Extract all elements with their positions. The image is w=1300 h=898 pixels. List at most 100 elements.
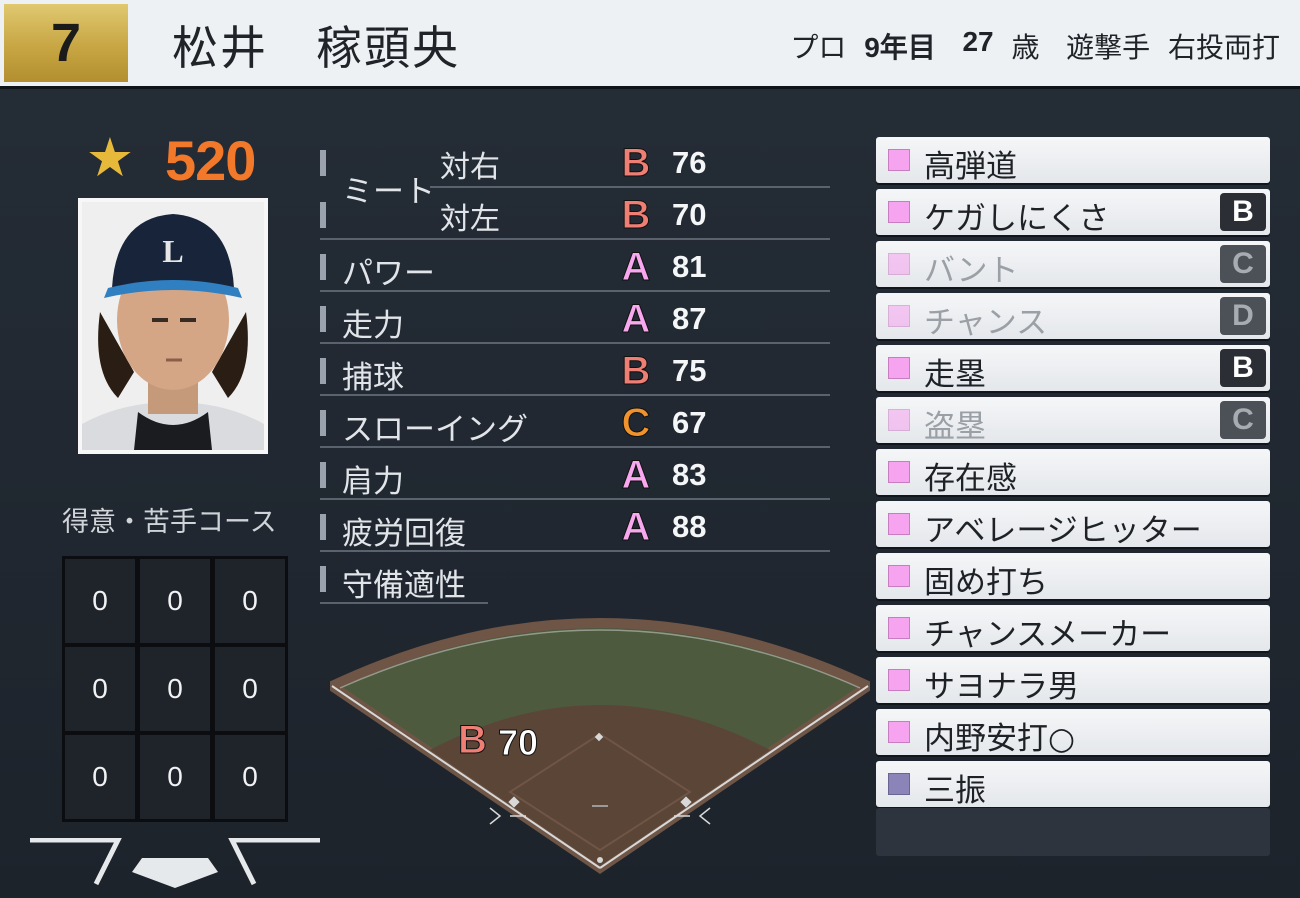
pro-years: 9年目 [864,32,936,63]
stat-bar [320,566,326,592]
row-divider [320,238,830,240]
stat-bar [320,254,326,280]
row-divider [320,446,830,448]
stat-value: 87 [672,301,707,336]
stat-row-arm: 肩力 A 83 [320,450,830,500]
ability-grade-badge: C [1220,401,1266,439]
ability-item[interactable]: 固め打ち [876,553,1270,601]
ability-color-icon [888,305,910,327]
stat-label: 疲労回復 [342,516,466,552]
ability-item[interactable]: 内野安打○ [876,709,1270,757]
stat-value: 70 [672,197,707,232]
bats-throws: 右投両打 [1167,31,1280,64]
ability-grade-badge: B [1220,349,1266,387]
ability-item[interactable]: 三振 [876,761,1270,809]
player-name: 松井 稼頭央 [172,21,460,75]
ability-item[interactable]: チャンス D [876,293,1270,341]
grade-letter: B [621,349,651,394]
age-value: 27 [962,26,994,57]
stat-bar [320,514,326,540]
ability-item[interactable]: チャンスメーカー [876,605,1270,653]
meet-left-label: 対左 [440,202,500,237]
ability-label: ケガしにくさ [924,201,1110,237]
stat-label: パワー [342,256,435,292]
row-divider [320,290,830,292]
meet-right-label: 対右 [440,150,500,185]
ability-label: バント [924,253,1019,289]
defense-field-diagram [330,618,870,875]
ability-color-icon [888,149,910,171]
hot-cold-zone-grid: 0 0 0 0 0 0 0 0 0 [62,556,288,822]
ability-item[interactable]: サヨナラ男 [876,657,1270,705]
ability-label: 高弾道 [924,149,1017,185]
ability-label: 内野安打○ [924,721,1076,757]
stat-label: 走力 [342,308,404,344]
ability-item[interactable]: アベレージヒッター [876,501,1270,549]
ability-item[interactable]: 存在感 [876,449,1270,497]
grade-letter: A [621,453,651,498]
zone-cell: 0 [140,647,210,731]
ability-label: 走塁 [924,357,986,393]
ability-label: チャンスメーカー [924,617,1172,653]
stat-row-defense: 守備適性 [320,554,830,604]
ability-item[interactable]: 高弾道 [876,137,1270,185]
field-grade: B [458,718,488,763]
row-divider [320,498,830,500]
ability-item[interactable]: 盗塁 C [876,397,1270,445]
ability-label: 存在感 [924,461,1017,497]
player-info: プロ 9年目 27 歳 遊撃手 右投両打 [790,26,1280,66]
ability-color-icon [888,253,910,275]
stat-row-fielding: 捕球 B 75 [320,346,830,396]
uniform-number: 7 [4,4,128,82]
star-icon: ★ [85,126,135,189]
grade-letter: A [621,505,651,550]
row-divider [320,342,830,344]
row-divider [320,394,830,396]
ability-label: 固め打ち [924,565,1048,601]
stat-bar [320,150,326,176]
ability-label: チャンス [924,305,1048,341]
stat-value: 81 [672,249,707,284]
stat-label: 捕球 [342,360,404,396]
portrait-image: L [82,202,264,450]
row-divider [320,550,830,552]
ability-color-icon [888,773,910,795]
player-portrait: L [78,198,268,454]
grade-letter: B [621,141,651,186]
zone-cell: 0 [140,559,210,643]
zone-cell: 0 [215,735,285,819]
stat-label: スローイング [342,412,528,448]
ability-label: 盗塁 [924,409,986,445]
stat-bar [320,462,326,488]
ability-label: アベレージヒッター [924,513,1202,549]
age-unit: 歳 [1011,31,1040,64]
grade-letter: A [621,297,651,342]
ability-grade-badge: D [1220,297,1266,335]
stat-value: 88 [672,509,707,544]
stat-label: 肩力 [342,464,404,500]
ability-color-icon [888,617,910,639]
stat-row-throwing: スローイング C 67 [320,398,830,448]
stat-row-recovery: 疲労回復 A 88 [320,502,830,552]
stat-row-speed: 走力 A 87 [320,294,830,344]
stat-value: 76 [672,145,707,180]
ability-item[interactable]: ケガしにくさ B [876,189,1270,237]
ability-color-icon [888,357,910,379]
stat-bar [320,202,326,228]
zone-cell: 0 [65,647,135,731]
ability-grade-badge: B [1220,193,1266,231]
ability-color-icon [888,721,910,743]
ability-item[interactable]: 走塁 B [876,345,1270,393]
ability-item[interactable]: バント C [876,241,1270,289]
grade-letter: C [621,401,651,446]
zone-cell: 0 [215,647,285,731]
ability-color-icon [888,461,910,483]
grade-letter: A [621,245,651,290]
stat-value: 83 [672,457,707,492]
overall-rating: 520 [165,129,256,192]
stat-value: 67 [672,405,707,440]
zone-cell: 0 [65,735,135,819]
ability-empty-slot [876,808,1270,856]
defense-label: 守備適性 [342,568,466,604]
stat-bar [320,410,326,436]
